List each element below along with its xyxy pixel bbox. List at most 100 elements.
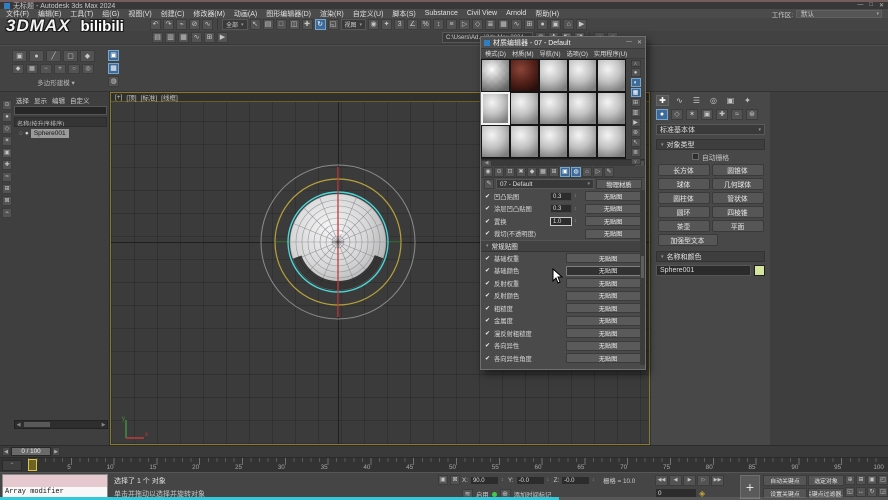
map-amount-field[interactable]: 0.3 [550,191,572,201]
material-sample-slot[interactable] [481,125,510,158]
schematic-2-icon[interactable]: ⊞ [204,32,215,43]
expand-icon[interactable]: ◌ [19,130,23,137]
tab-create[interactable]: ✚ [656,95,669,106]
material-sample-slot[interactable] [481,92,510,125]
menu-item[interactable]: Substance [425,10,458,17]
percent-snap-icon[interactable]: % [420,19,432,30]
track-bar[interactable]: ⌃ 5 10 15 20 25 30 35 40 45 50 55 60 65 70 75 80 85 90 95 1… [0,457,888,472]
map-enable-checkbox[interactable]: ✔ [485,230,492,237]
menu-item[interactable]: 编辑(E) [38,9,61,19]
time-slider-handle[interactable]: 0 / 100 [11,447,51,456]
map-enable-checkbox[interactable]: ✔ [485,205,492,212]
material-sample-slot[interactable] [510,92,539,125]
map-enable-checkbox[interactable]: ✔ [485,292,492,299]
material-sample-slot[interactable] [597,59,626,92]
pivot-tool-icon[interactable]: ◍ [108,76,119,87]
subtab-helpers[interactable]: ✚ [716,109,728,120]
menu-item[interactable]: 工具(T) [70,9,93,19]
edit-poly-mode-icon[interactable]: ▣ [12,50,27,62]
subtab-shapes[interactable]: ◇ [671,109,683,120]
menu-item[interactable]: 帮助(H) [535,9,559,19]
material-editor-menu-item[interactable]: 模式(D) [485,49,506,58]
scroll-right-icon[interactable]: ▶ [100,422,107,428]
map-slot-button[interactable]: 无贴图 [566,328,645,339]
z-coordinate-field[interactable]: -0.0 [561,475,591,485]
select-and-link-icon[interactable]: ⌁ [176,19,187,30]
tab-utilities[interactable]: ✦ [741,95,754,106]
explorer-menu-item[interactable]: 自定义 [70,95,90,105]
material-sample-slot[interactable] [539,92,568,125]
layer-explorer-icon[interactable]: ≣ [485,19,497,30]
primitive-button[interactable]: 四棱锥 [711,206,764,218]
curve-editor-icon[interactable]: ∿ [511,19,523,30]
border-mode-icon[interactable]: ▢ [63,50,78,62]
object-name-field[interactable]: Sphere001 [656,265,751,276]
auto-key-button[interactable]: 自动关键点 [763,475,807,486]
map-enable-checkbox[interactable]: ✔ [485,280,492,287]
display-helpers-icon[interactable]: ✚ [2,160,12,170]
primitive-button[interactable]: 圆锥体 [711,164,764,176]
explorer-menu-item[interactable]: 选择 [16,95,29,105]
explorer-menu-item[interactable]: 编辑 [52,95,65,105]
menu-item[interactable]: 修改器(M) [193,9,225,19]
unlink-selection-icon[interactable]: ⊘ [189,19,200,30]
sphere-with-rotate-gizmo[interactable] [233,137,443,347]
scrollbar-thumb[interactable] [24,422,50,427]
x-coordinate-field[interactable]: 90.0 [469,475,499,485]
subtab-systems[interactable]: ⊛ [746,109,758,120]
y-coordinate-field[interactable]: -0.0 [515,475,545,485]
subtab-geometry[interactable]: ● [656,109,668,120]
edge-mode-icon[interactable]: ╱ [46,50,61,62]
tab-hierarchy[interactable]: ☰ [690,95,703,106]
render-setup-icon[interactable]: ▣ [550,19,562,30]
orbit-icon[interactable]: ↻ [867,487,877,497]
grow-selection-icon[interactable]: + [54,64,66,74]
primitive-button[interactable]: 几何球体 [711,178,764,190]
subtab-cameras[interactable]: ▣ [701,109,713,120]
select-object-icon[interactable]: ↖ [249,19,261,30]
assign-material-to-selection-icon[interactable]: ⊡ [505,166,515,177]
vertex-mode-icon[interactable]: ● [29,50,44,62]
zoom-icon[interactable]: ⊕ [845,475,855,485]
backlight-icon[interactable]: ◐ [630,78,641,87]
tab-motion[interactable]: ◎ [707,95,720,106]
curve-editor-2-icon[interactable]: ∿ [191,32,202,43]
scroll-down-icon[interactable]: ∨ [630,158,641,165]
viewport-label-part[interactable]: [标准] [141,92,158,102]
sample-uv-tiling-icon[interactable]: ⊞ [630,98,641,107]
material-sample-slot[interactable] [510,59,539,92]
menu-item[interactable]: Arnold [506,10,526,17]
spinner-icon[interactable]: ↕ [574,206,579,212]
next-frame-arrow[interactable]: ▶ [52,447,60,456]
map-amount-field[interactable]: 0.3 [550,204,572,214]
menu-item[interactable]: Civil View [467,10,497,17]
background-icon[interactable]: ▦ [630,88,641,97]
select-by-name-icon[interactable]: ▤ [262,19,274,30]
selection-lock-icon[interactable]: ⊠ [450,475,460,485]
tab-modify[interactable]: ∿ [673,95,686,106]
material-sample-slot[interactable] [539,125,568,158]
primitive-button[interactable]: 圆柱体 [657,192,710,204]
menu-item[interactable]: 自定义(U) [353,9,384,19]
map-enable-checkbox[interactable]: ✔ [485,317,492,324]
explorer-search-input[interactable] [14,106,107,115]
map-slot-button[interactable]: 无贴图 [566,253,645,264]
spinner-icon[interactable]: ↕ [574,218,579,224]
spinner-icon[interactable]: ↕ [592,477,597,483]
material-map-navigator-icon[interactable]: ≣ [630,148,641,157]
explorer-menu-item[interactable]: 显示 [34,95,47,105]
sample-horizontal-scrollbar[interactable]: ◀ ▶ [481,159,645,166]
select-and-scale-icon[interactable]: ◱ [327,19,339,30]
primitive-button[interactable]: 平面 [711,220,764,232]
material-sample-slot[interactable] [539,59,568,92]
get-material-icon[interactable]: ◉ [483,166,493,177]
zoom-extents-all-icon[interactable]: ◰ [878,475,888,485]
material-editor-menu-item[interactable]: 材质(M) [512,49,534,58]
menu-item[interactable]: 视图(V) [128,9,151,19]
display-lights-icon[interactable]: ✶ [2,136,12,146]
explorer-item-label[interactable]: Sphere001 [30,129,69,138]
map-enable-checkbox[interactable]: ✔ [485,330,492,337]
loop-selection-icon[interactable]: ○ [68,64,80,74]
map-slot-button[interactable]: 无贴图 [585,228,641,239]
map-slot-button[interactable]: 无贴图 [566,340,645,351]
